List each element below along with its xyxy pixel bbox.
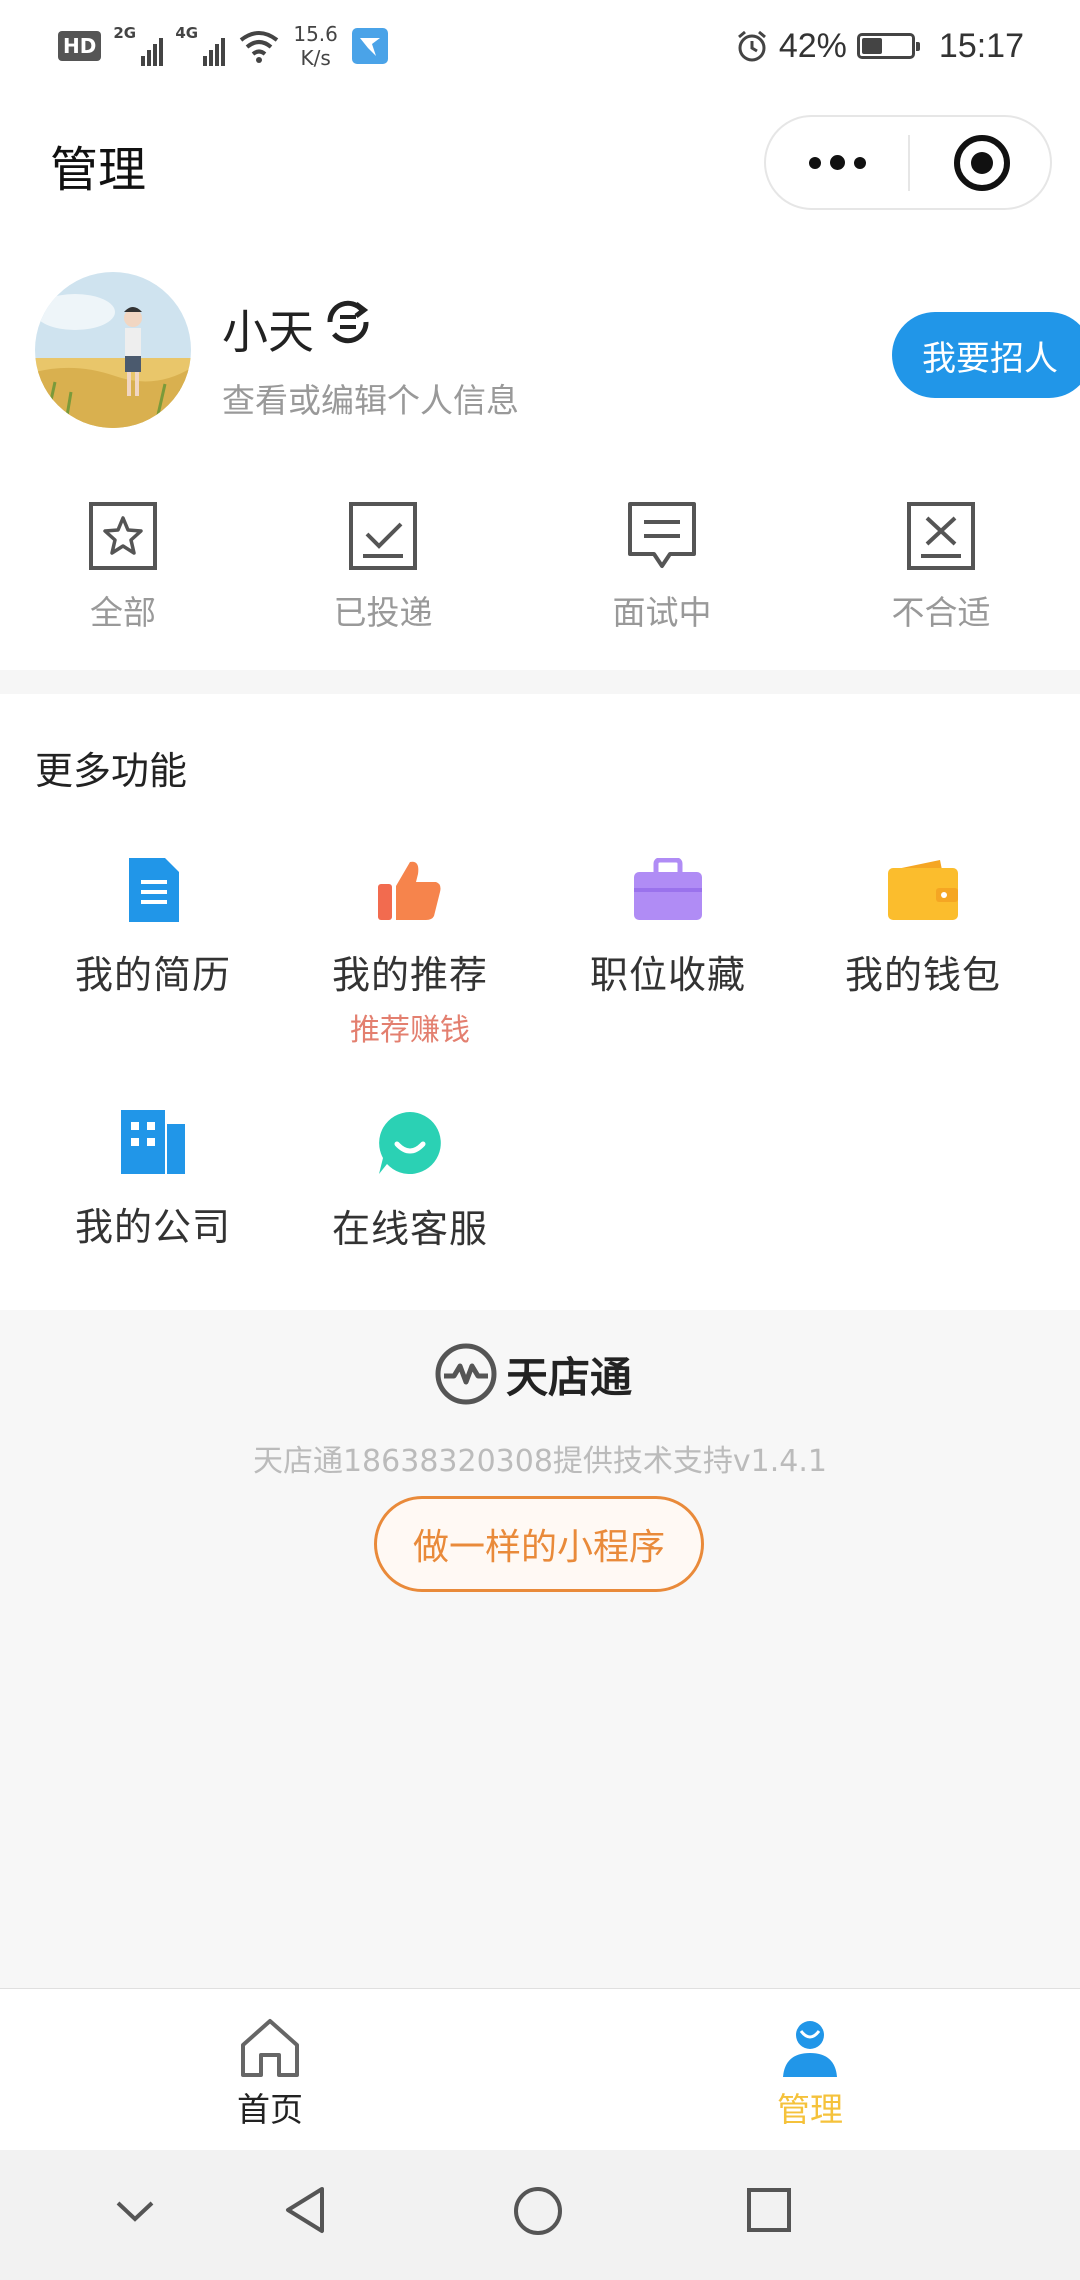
section-title: 更多功能 <box>35 749 188 793</box>
recent-apps-icon[interactable] <box>744 2185 794 2235</box>
bottom-tab-bar: 首页 管理 <box>0 1988 1080 2150</box>
speed-value: 15.6 <box>293 22 338 46</box>
home-circle-icon[interactable] <box>512 2185 564 2237</box>
brand-logo: 天店通 <box>434 1342 632 1406</box>
wifi-icon <box>240 31 279 63</box>
hd-badge: HD <box>58 31 102 61</box>
tab-label: 全部 <box>90 593 156 632</box>
resume-icon <box>129 858 179 922</box>
feature-label: 我的简历 <box>74 953 231 997</box>
my-company-button[interactable]: 我的公司 <box>38 1110 268 1251</box>
feature-label: 我的钱包 <box>844 953 1001 997</box>
capsule-divider <box>908 135 910 191</box>
brand-logo-icon <box>435 1343 497 1405</box>
back-icon[interactable] <box>282 2185 332 2235</box>
alarm-icon <box>737 30 766 62</box>
tab-label: 已投递 <box>333 593 433 632</box>
section-divider <box>0 670 1080 694</box>
battery-percent: 42% <box>778 26 847 65</box>
brand-name: 天店通 <box>506 1352 633 1402</box>
edit-profile-link[interactable]: 查看或编辑个人信息 <box>222 374 519 422</box>
signal-icon-sim2: 4G <box>175 24 226 66</box>
my-referral-button[interactable]: 我的推荐 推荐赚钱 <box>295 858 525 1049</box>
battery-icon <box>856 33 920 59</box>
tabbar-label: 管理 <box>777 2090 843 2129</box>
switch-role-icon[interactable] <box>322 296 374 348</box>
tabbar-home[interactable]: 首页 <box>170 2017 370 2131</box>
briefcase-icon <box>634 858 702 920</box>
thumbs-up-icon <box>378 861 441 920</box>
tab-label: 不合适 <box>891 593 991 632</box>
tab-all[interactable]: 全部 <box>48 500 198 634</box>
online-support-button[interactable]: 在线客服 <box>295 1110 525 1253</box>
speed-unit: K/s <box>300 46 331 70</box>
feature-label: 职位收藏 <box>589 953 746 997</box>
tab-interviewing[interactable]: 面试中 <box>587 500 737 634</box>
more-menu-button[interactable] <box>766 117 908 208</box>
clock: 15:17 <box>938 26 1024 65</box>
tab-unsuitable[interactable]: 不合适 <box>866 500 1016 634</box>
chat-bubble-icon <box>628 502 696 568</box>
close-miniprogram-button[interactable] <box>954 135 1010 191</box>
tab-delivered[interactable]: 已投递 <box>308 500 458 634</box>
network-speed: 15.6 K/s <box>293 22 338 70</box>
check-box-icon <box>349 502 417 570</box>
avatar[interactable] <box>35 272 191 428</box>
user-name[interactable]: 小天 <box>222 296 314 362</box>
feature-label: 我的推荐 <box>331 953 488 997</box>
make-same-miniprogram-button[interactable]: 做一样的小程序 <box>374 1496 704 1592</box>
app-notification-icon <box>351 28 388 64</box>
my-resume-button[interactable]: 我的简历 <box>38 858 268 999</box>
building-icon <box>121 1110 185 1174</box>
feature-label: 我的公司 <box>74 1205 231 1249</box>
page-title: 管理 <box>50 142 147 198</box>
status-bar: HD 2G 4G 15.6 K/s 42% 15:17 <box>0 0 1080 92</box>
miniprogram-capsule <box>764 115 1052 210</box>
recruit-button[interactable]: 我要招人 <box>892 312 1080 398</box>
person-icon <box>783 2021 837 2077</box>
signal-icon-sim1: 2G <box>113 24 164 66</box>
tabbar-label: 首页 <box>237 2090 303 2129</box>
sim1-label: 2G <box>113 24 137 42</box>
job-favorites-button[interactable]: 职位收藏 <box>553 858 783 999</box>
feature-label: 在线客服 <box>331 1207 488 1251</box>
support-text: 天店通18638320308提供技术支持v1.4.1 <box>252 1444 828 1479</box>
x-box-icon <box>907 502 975 570</box>
my-wallet-button[interactable]: 我的钱包 <box>808 858 1038 999</box>
footer-area <box>0 1310 1080 1988</box>
feature-sublabel: 推荐赚钱 <box>350 1013 470 1048</box>
chevron-down-icon[interactable] <box>110 2185 160 2235</box>
star-icon <box>89 502 157 570</box>
chat-smile-icon <box>379 1112 441 1174</box>
tabbar-manage[interactable]: 管理 <box>710 2017 910 2131</box>
sim2-label: 4G <box>175 24 199 42</box>
home-icon <box>241 2019 299 2077</box>
system-navigation-bar <box>0 2150 1080 2280</box>
wallet-icon <box>888 860 958 920</box>
tab-label: 面试中 <box>612 593 712 632</box>
